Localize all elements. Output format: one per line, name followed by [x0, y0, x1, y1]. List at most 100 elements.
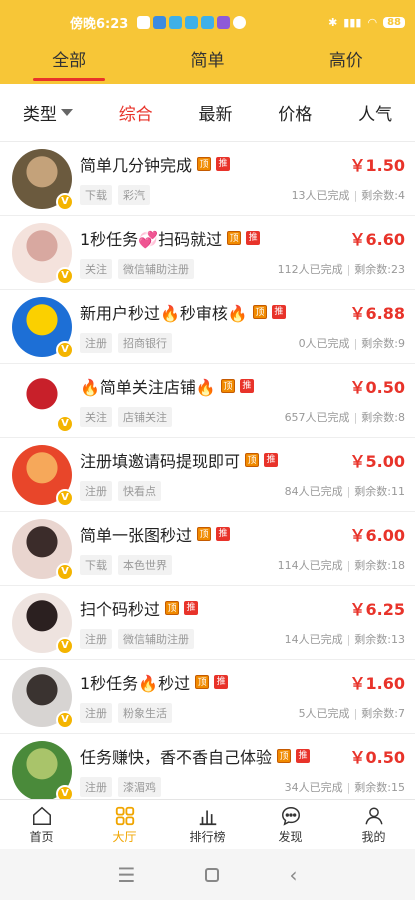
task-item[interactable]: V 1秒任务🔥秒过 顶 推 ￥1.60 注册 粉象生活 5人已完成 | 剩余数:7 [0, 660, 415, 734]
filter-comprehensive[interactable]: 综合 [119, 100, 153, 125]
vip-badge-icon: V [56, 784, 74, 799]
nav-hall[interactable]: 大厅 [90, 800, 160, 849]
tab-simple[interactable]: 简单 [157, 44, 257, 84]
nav-discover-label: 发现 [278, 829, 303, 844]
task-price: ￥5.00 [349, 451, 405, 471]
tab-high-price[interactable]: 高价 [296, 44, 396, 84]
task-category-tag: 下载 [80, 184, 112, 205]
task-body: 1秒任务🔥秒过 顶 推 ￥1.60 注册 粉象生活 5人已完成 | 剩余数:7 [80, 668, 405, 726]
task-title: 简单几分钟完成 [80, 155, 193, 175]
task-remaining-count: 剩余数:7 [361, 706, 405, 720]
recommend-badge-icon: 推 [184, 600, 199, 615]
task-meta-row: 下载 本色世界 114人已完成 | 剩余数:18 [80, 552, 405, 578]
stats-divider: | [346, 632, 351, 646]
bar-chart-icon [199, 810, 216, 825]
vip-badge-icon: V [56, 710, 74, 729]
menu-icon[interactable]: ☰ [118, 863, 136, 887]
task-title: 任务赚快，香不香自己体验 [80, 747, 273, 767]
top-badge-icon: 顶 [197, 526, 212, 541]
task-app-tag: 粉象生活 [118, 702, 172, 723]
task-stats: 14人已完成 | 剩余数:13 [285, 631, 405, 647]
nav-mine[interactable]: 我的 [339, 800, 409, 849]
task-avatar-wrap: V [12, 296, 74, 359]
task-remaining-count: 剩余数:9 [361, 336, 405, 350]
task-price: ￥6.88 [349, 303, 405, 323]
task-app-tag: 漆湄鸡 [118, 776, 161, 797]
task-stats: 114人已完成 | 剩余数:18 [278, 557, 405, 573]
recommend-badge-icon: 推 [264, 452, 279, 467]
stats-divider: | [346, 558, 351, 572]
status-time: 傍晚6:23 [70, 16, 129, 32]
top-badge-icon: 顶 [220, 378, 235, 393]
tab-all[interactable]: 全部 [19, 44, 119, 84]
stats-divider: | [346, 780, 351, 794]
top-badge-icon: 顶 [245, 452, 260, 467]
task-price: ￥6.60 [349, 229, 405, 249]
task-category-tag: 注册 [80, 702, 112, 723]
task-item[interactable]: V 🔥简单关注店铺🔥 顶 推 ￥0.50 关注 店铺关注 657人已完成 | 剩余数… [0, 364, 415, 438]
task-category-tag: 关注 [80, 258, 112, 279]
nav-discover[interactable]: 发现 [256, 800, 326, 849]
task-price: ￥6.25 [349, 599, 405, 619]
wifi-icon: ◠ [367, 15, 378, 29]
task-title: 新用户秒过🔥秒审核🔥 [80, 303, 248, 323]
task-title-row: 注册填邀请码提现即可 顶 推 ￥5.00 [80, 446, 405, 474]
task-remaining-count: 剩余数:11 [354, 484, 405, 498]
task-meta-row: 注册 粉象生活 5人已完成 | 剩余数:7 [80, 700, 405, 726]
bluetooth-icon: ✱ [328, 15, 338, 29]
signal-icon: ▮▮▮ [343, 15, 362, 29]
task-item[interactable]: V 扫个码秒过 顶 推 ￥6.25 注册 微信辅助注册 14人已完成 | 剩余数:1… [0, 586, 415, 660]
stats-divider: | [346, 262, 351, 276]
task-item[interactable]: V 简单一张图秒过 顶 推 ￥6.00 下载 本色世界 114人已完成 | 剩余数:… [0, 512, 415, 586]
recommend-badge-icon: 推 [214, 674, 229, 689]
home-square-icon[interactable] [205, 867, 220, 882]
task-price: ￥1.60 [349, 673, 405, 693]
task-meta-row: 注册 快看点 84人已完成 | 剩余数:11 [80, 478, 405, 504]
task-item[interactable]: V 1秒任务💞扫码就过 顶 推 ￥6.60 关注 微信辅助注册 112人已完成 |… [0, 216, 415, 290]
stats-divider: | [346, 484, 351, 498]
task-stats: 112人已完成 | 剩余数:23 [278, 261, 405, 277]
filter-type-dropdown[interactable]: 类型 [23, 100, 73, 125]
nav-home[interactable]: 首页 [7, 800, 77, 849]
task-app-tag: 快看点 [118, 480, 161, 501]
task-category-tag: 下载 [80, 554, 112, 575]
task-title-row: 扫个码秒过 顶 推 ￥6.25 [80, 594, 405, 622]
task-avatar-wrap: V [12, 444, 74, 507]
nav-mine-label: 我的 [361, 829, 386, 844]
grid-icon [115, 806, 134, 825]
task-price: ￥6.00 [349, 525, 405, 545]
back-icon[interactable]: ‹ [289, 863, 297, 887]
task-item[interactable]: V 新用户秒过🔥秒审核🔥 顶 推 ￥6.88 注册 招商银行 0人已完成 | 剩余数… [0, 290, 415, 364]
task-item[interactable]: V 任务赚快，香不香自己体验 顶 推 ￥0.50 注册 漆湄鸡 34人已完成 | 剩… [0, 734, 415, 799]
filter-price[interactable]: 价格 [278, 100, 312, 125]
recommend-badge-icon: 推 [296, 748, 311, 763]
task-title-row: 1秒任务🔥秒过 顶 推 ￥1.60 [80, 668, 405, 696]
vip-badge-icon: V [56, 192, 74, 211]
task-category-tag: 注册 [80, 332, 112, 353]
recommend-badge-icon: 推 [216, 156, 231, 171]
stats-divider: | [353, 410, 358, 424]
recommend-badge-icon: 推 [271, 304, 286, 319]
nav-ranking[interactable]: 排行榜 [173, 800, 243, 849]
task-item[interactable]: V 注册填邀请码提现即可 顶 推 ￥5.00 注册 快看点 84人已完成 | 剩余数… [0, 438, 415, 512]
top-badge-icon: 顶 [252, 304, 267, 319]
task-app-tag: 彩汽 [118, 184, 150, 205]
task-app-tag: 招商银行 [118, 332, 172, 353]
task-price: ￥1.50 [349, 155, 405, 175]
filter-popularity[interactable]: 人气 [358, 100, 392, 125]
task-remaining-count: 剩余数:8 [361, 410, 405, 424]
app-notification-icon [201, 15, 215, 29]
task-price: ￥0.50 [349, 377, 405, 397]
task-avatar-wrap: V [12, 148, 74, 211]
recommend-badge-icon: 推 [246, 230, 261, 245]
dropdown-arrow-icon [60, 109, 73, 116]
more-notifications-icon [233, 15, 247, 29]
app-notification-icon [169, 15, 183, 29]
app-notification-icon [153, 15, 167, 29]
filter-bar: 类型 综合 最新 价格 人气 [0, 84, 415, 142]
task-category-tag: 关注 [80, 406, 112, 427]
top-badge-icon: 顶 [277, 748, 292, 763]
task-item[interactable]: V 简单几分钟完成 顶 推 ￥1.50 下载 彩汽 13人已完成 | 剩余数:4 [0, 142, 415, 216]
task-avatar-wrap: V [12, 370, 74, 433]
filter-newest[interactable]: 最新 [198, 100, 232, 125]
